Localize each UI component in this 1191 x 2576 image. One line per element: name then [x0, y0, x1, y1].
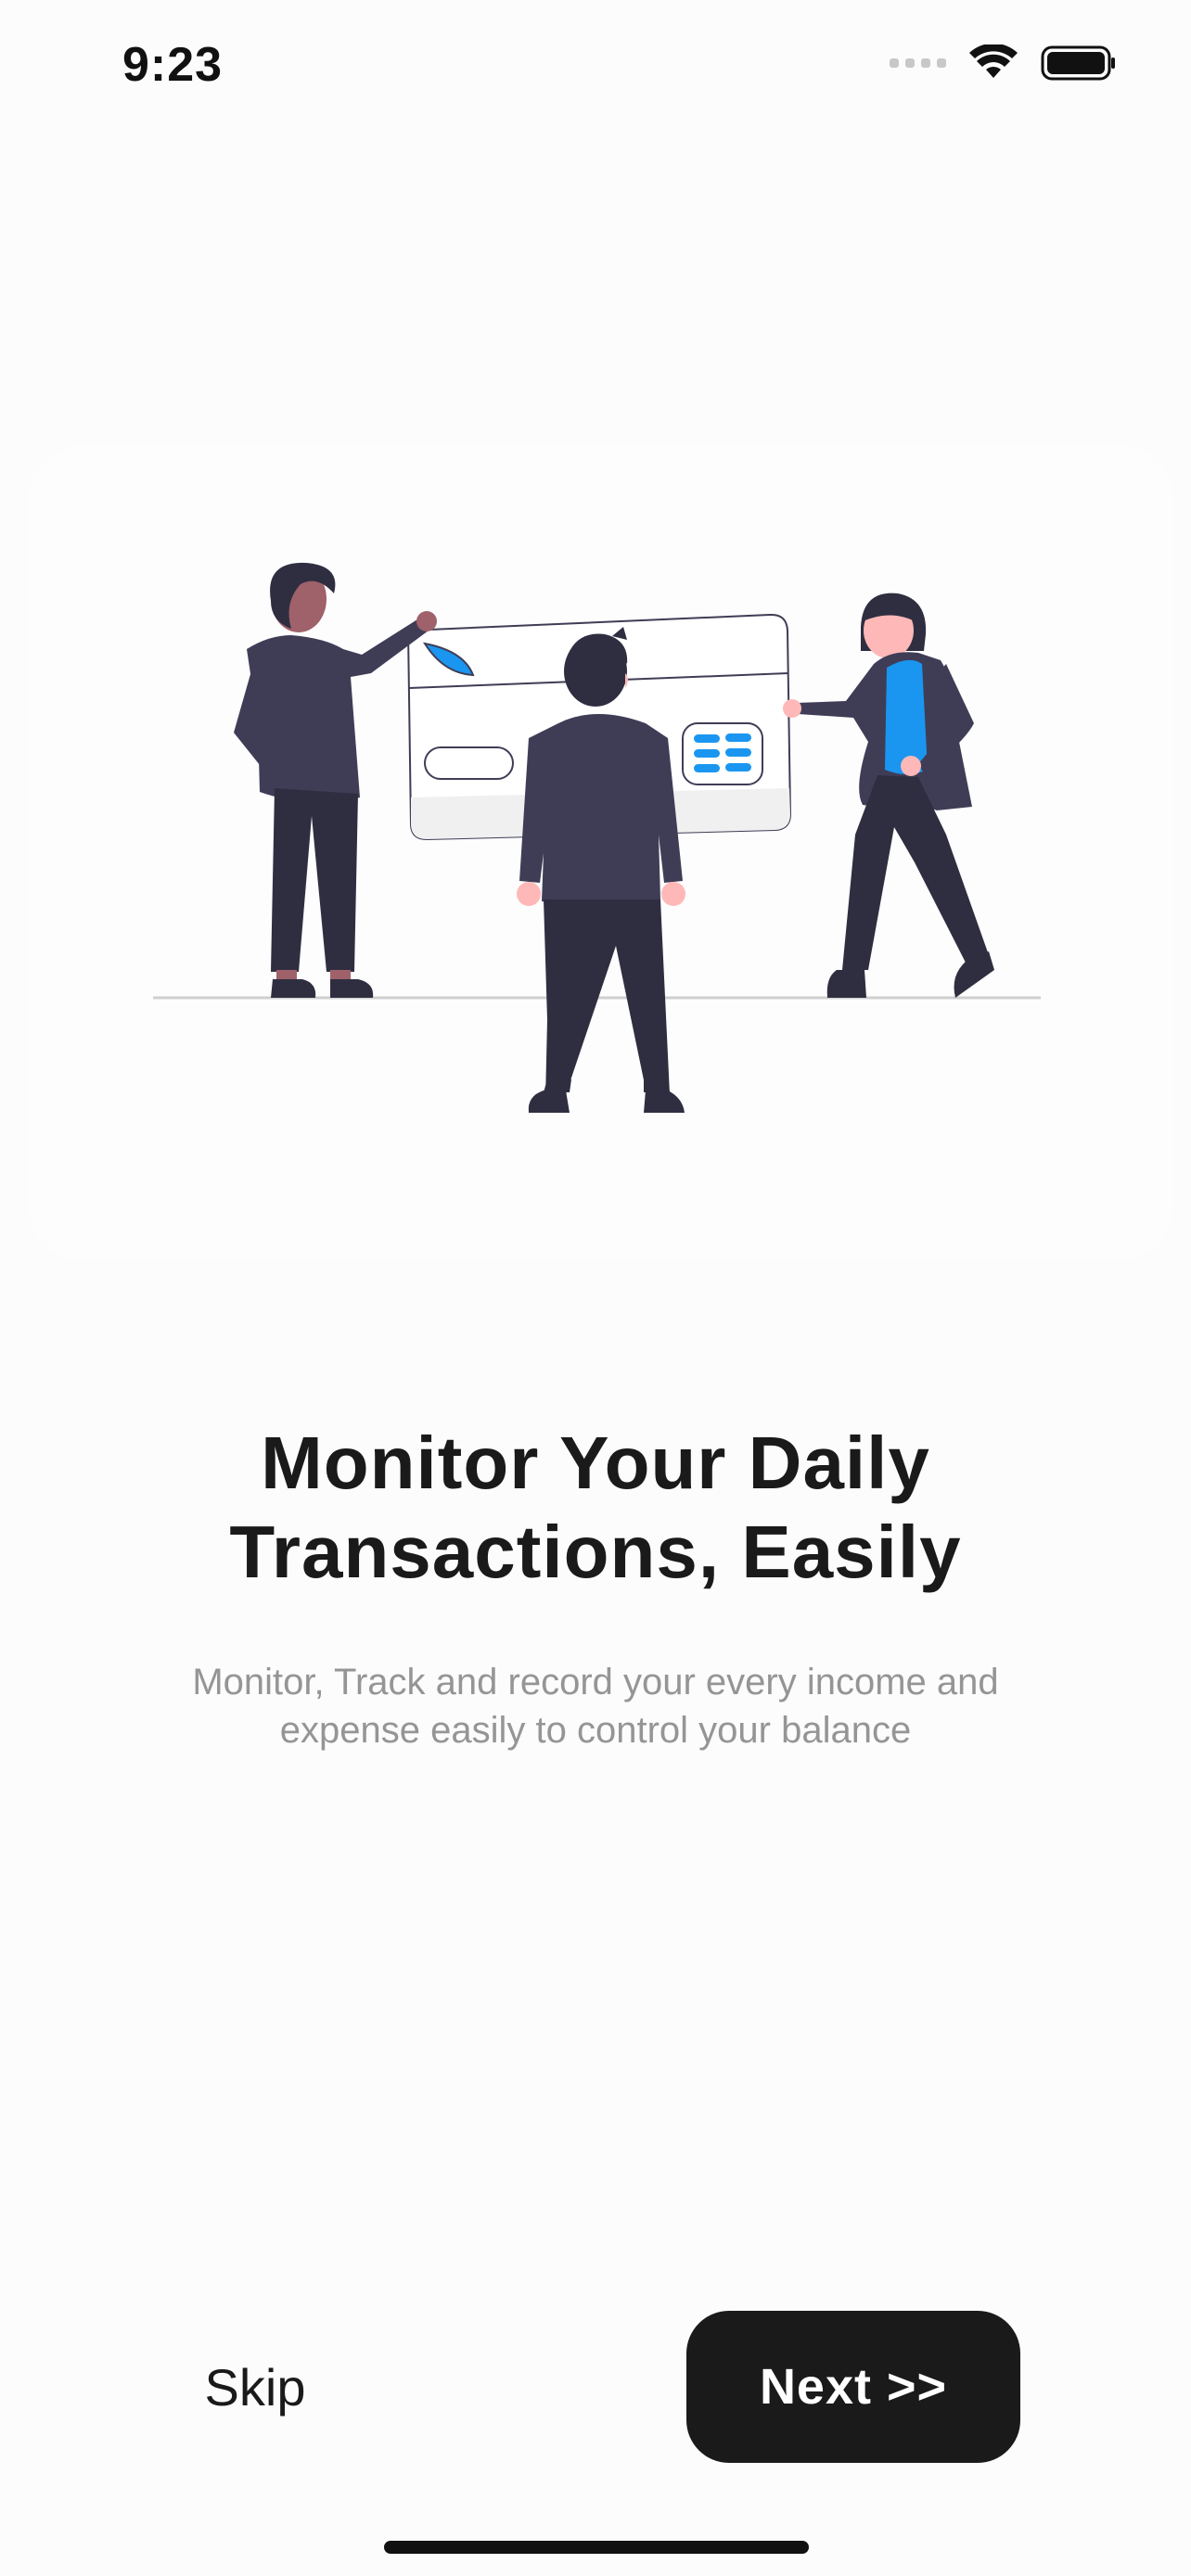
- page-title-line2: Transactions, Easily: [229, 1511, 962, 1593]
- status-icons: [890, 45, 1117, 82]
- page-title-line1: Monitor Your Daily: [261, 1422, 930, 1504]
- status-time: 9:23: [122, 38, 224, 92]
- status-bar: 9:23: [0, 0, 1191, 139]
- home-indicator[interactable]: [384, 2541, 809, 2554]
- page-title: Monitor Your Daily Transactions, Easily: [0, 1419, 1191, 1597]
- page-subtitle: Monitor, Track and record your every inc…: [0, 1658, 1191, 1754]
- people-with-card-illustration: [153, 562, 1041, 1113]
- page-subtitle-line2: expense easily to control your balance: [279, 1710, 912, 1751]
- left-person-figure: [234, 562, 437, 998]
- next-button[interactable]: Next >>: [686, 2311, 1020, 2463]
- cellular-signal-icon: [890, 58, 946, 68]
- right-person-figure: [783, 593, 994, 998]
- battery-icon: [1041, 45, 1115, 81]
- wifi-icon: [969, 45, 1018, 78]
- onboarding-illustration: [28, 445, 1174, 1261]
- page-subtitle-line1: Monitor, Track and record your every inc…: [192, 1662, 999, 1702]
- skip-button[interactable]: Skip: [176, 2346, 334, 2429]
